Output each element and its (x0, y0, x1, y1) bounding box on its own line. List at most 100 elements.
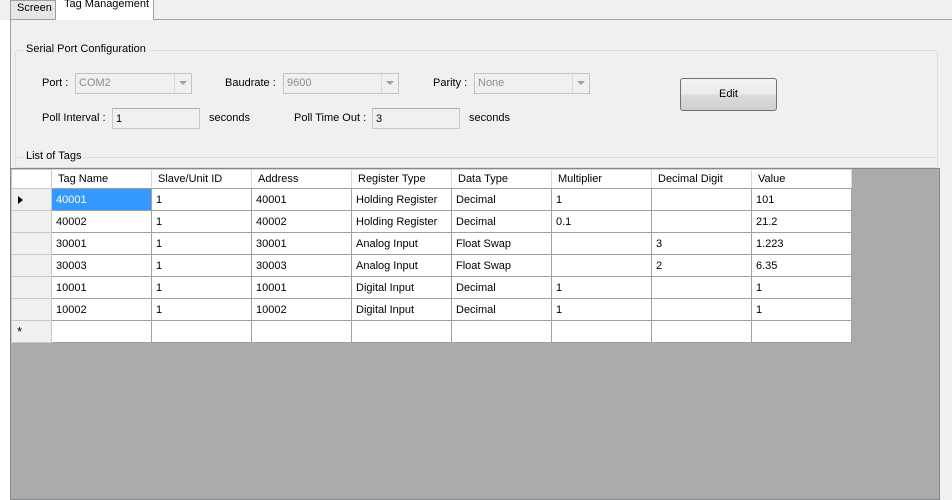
table-cell-selected[interactable]: 40001 (51, 188, 152, 211)
edit-button[interactable]: Edit (680, 78, 777, 111)
table-cell[interactable]: 40002 (251, 210, 352, 233)
table-cell[interactable]: 1 (151, 210, 252, 233)
table-cell[interactable]: Analog Input (351, 232, 452, 255)
tags-data-grid[interactable]: Tag Name Slave/Unit ID Address Register … (10, 168, 940, 500)
column-header[interactable]: Value (751, 169, 852, 189)
table-cell[interactable] (651, 188, 752, 211)
port-combo[interactable]: COM2 (75, 73, 192, 94)
row-header[interactable] (11, 254, 52, 277)
table-cell[interactable]: 3 (651, 232, 752, 255)
row-header[interactable]: * (11, 320, 52, 343)
table-cell[interactable]: 21.2 (751, 210, 852, 233)
header-corner[interactable] (11, 169, 52, 189)
row-header[interactable] (11, 298, 52, 321)
poll-timeout-input[interactable]: 3 (372, 108, 460, 129)
row-header[interactable] (11, 210, 52, 233)
table-cell[interactable]: 30003 (251, 254, 352, 277)
table-cell[interactable]: 1 (151, 188, 252, 211)
table-row[interactable]: 30003 1 30003 Analog Input Float Swap 2 … (11, 254, 852, 277)
table-cell[interactable] (151, 320, 252, 343)
table-cell[interactable]: Analog Input (351, 254, 452, 277)
table-cell[interactable]: Decimal (451, 276, 552, 299)
baudrate-dropdown-button[interactable] (381, 74, 398, 93)
table-cell[interactable]: Float Swap (451, 232, 552, 255)
table-cell[interactable]: 1 (551, 188, 652, 211)
table-cell[interactable]: 1 (751, 276, 852, 299)
column-header[interactable]: Slave/Unit ID (151, 169, 252, 189)
table-row[interactable]: 40001 1 40001 Holding Register Decimal 1… (11, 188, 852, 211)
table-cell[interactable] (251, 320, 352, 343)
table-cell[interactable]: 1.223 (751, 232, 852, 255)
table-cell[interactable]: 10001 (251, 276, 352, 299)
parity-dropdown-button[interactable] (572, 74, 589, 93)
table-row[interactable]: 40002 1 40002 Holding Register Decimal 0… (11, 210, 852, 233)
parity-combo[interactable]: None (474, 73, 590, 94)
poll-interval-value: 1 (116, 113, 123, 125)
table-cell[interactable] (551, 320, 652, 343)
table-cell[interactable]: 10001 (51, 276, 152, 299)
tab-screen[interactable]: Screen (10, 0, 56, 19)
table-cell[interactable]: Digital Input (351, 276, 452, 299)
table-cell[interactable]: 1 (551, 298, 652, 321)
row-header[interactable] (11, 276, 52, 299)
column-header[interactable]: Multiplier (551, 169, 652, 189)
table-cell[interactable]: 101 (751, 188, 852, 211)
table-cell[interactable]: 40002 (51, 210, 152, 233)
table-cell[interactable] (551, 254, 652, 277)
table-cell[interactable]: 40001 (251, 188, 352, 211)
table-cell[interactable]: Decimal (451, 210, 552, 233)
table-cell[interactable]: 1 (151, 276, 252, 299)
table-cell[interactable]: Decimal (451, 298, 552, 321)
table-cell[interactable] (751, 320, 852, 343)
parity-label: Parity : (433, 77, 468, 89)
table-cell[interactable]: 2 (651, 254, 752, 277)
table-cell[interactable] (651, 276, 752, 299)
table-cell[interactable]: 0.1 (551, 210, 652, 233)
table-cell[interactable] (651, 210, 752, 233)
table-cell[interactable]: 1 (551, 276, 652, 299)
row-header[interactable] (11, 232, 52, 255)
table-cell[interactable]: 1 (751, 298, 852, 321)
table-row[interactable]: 10001 1 10001 Digital Input Decimal 1 1 (11, 276, 852, 299)
column-header[interactable]: Tag Name (51, 169, 152, 189)
table-row[interactable]: 10002 1 10002 Digital Input Decimal 1 1 (11, 298, 852, 321)
column-header[interactable]: Register Type (351, 169, 452, 189)
table-cell[interactable] (451, 320, 552, 343)
table-cell[interactable]: 30001 (251, 232, 352, 255)
table-cell[interactable]: 1 (151, 232, 252, 255)
port-value: COM2 (79, 77, 111, 89)
table-cell[interactable]: 10002 (51, 298, 152, 321)
table-cell[interactable]: 10002 (251, 298, 352, 321)
table-cell[interactable]: 6.35 (751, 254, 852, 277)
tags-table: Tag Name Slave/Unit ID Address Register … (11, 169, 852, 343)
baudrate-value: 9600 (287, 77, 312, 89)
table-cell[interactable] (51, 320, 152, 343)
table-cell[interactable] (551, 232, 652, 255)
tab-tag-management[interactable]: Tag Management (55, 0, 154, 20)
column-header[interactable]: Decimal Digit (651, 169, 752, 189)
baudrate-combo[interactable]: 9600 (283, 73, 399, 94)
table-row[interactable]: 30001 1 30001 Analog Input Float Swap 3 … (11, 232, 852, 255)
table-cell[interactable] (651, 298, 752, 321)
new-row[interactable]: * (11, 320, 852, 343)
table-cell[interactable]: Float Swap (451, 254, 552, 277)
table-cell[interactable]: Holding Register (351, 188, 452, 211)
table-cell[interactable] (351, 320, 452, 343)
column-header[interactable]: Address (251, 169, 352, 189)
tab-screen-label: Screen (17, 2, 52, 14)
table-cell[interactable]: 30001 (51, 232, 152, 255)
tab-tag-management-label: Tag Management (64, 0, 149, 10)
table-cell[interactable] (651, 320, 752, 343)
table-cell[interactable]: 30003 (51, 254, 152, 277)
table-cell[interactable]: Decimal (451, 188, 552, 211)
port-dropdown-button[interactable] (174, 74, 191, 93)
table-cell[interactable]: 1 (151, 254, 252, 277)
table-cell[interactable]: Digital Input (351, 298, 452, 321)
table-cell[interactable]: Holding Register (351, 210, 452, 233)
tab-strip: Screen Tag Management (0, 0, 952, 20)
table-cell[interactable]: 1 (151, 298, 252, 321)
row-header[interactable] (11, 188, 52, 211)
cell-text: 40001 (56, 193, 87, 206)
poll-interval-input[interactable]: 1 (112, 108, 200, 129)
column-header[interactable]: Data Type (451, 169, 552, 189)
